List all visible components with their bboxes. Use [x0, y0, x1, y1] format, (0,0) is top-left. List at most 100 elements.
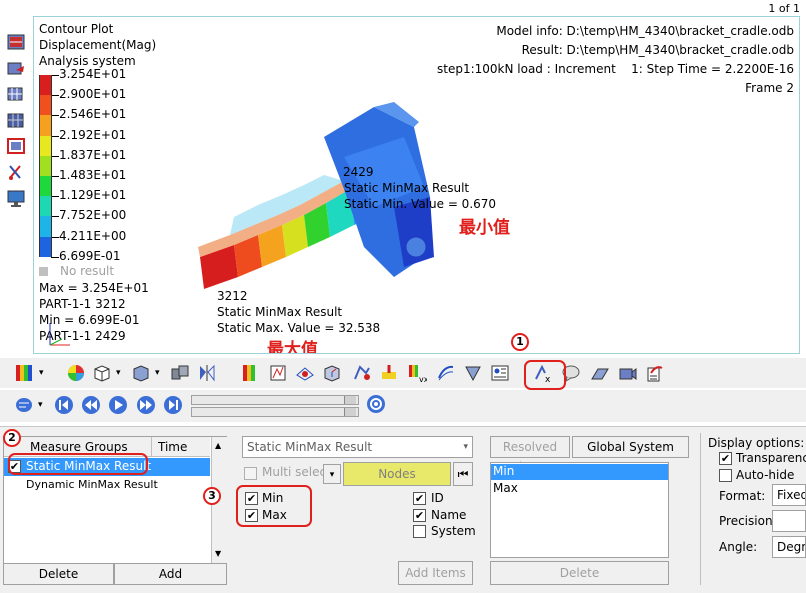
name-checkbox[interactable]: ✔	[413, 509, 426, 522]
scroll-down-icon[interactable]: ▼	[215, 549, 221, 558]
contour-icon[interactable]	[14, 363, 34, 383]
legend-tick	[51, 155, 59, 157]
surface-icon[interactable]	[590, 363, 610, 383]
id-checkbox[interactable]: ✔	[413, 492, 426, 505]
solid-dropdown-arrow-icon[interactable]: ▾	[155, 368, 160, 378]
auto-hide-checkbox[interactable]	[719, 469, 732, 482]
system-checkbox[interactable]	[413, 525, 426, 538]
axis-triad-icon	[49, 323, 70, 346]
fast-forward-icon[interactable]	[136, 395, 156, 415]
step-time: 1: Step Time = 2.2200E-16	[631, 62, 794, 76]
contour-window-icon[interactable]	[6, 32, 26, 52]
dynamic-group-label: Dynamic MinMax Result	[26, 478, 158, 491]
cut-tool-icon[interactable]	[6, 162, 26, 182]
legend-value: 4.211E+00	[59, 228, 127, 243]
marker-icon[interactable]	[379, 363, 399, 383]
first-frame-icon[interactable]	[54, 395, 74, 415]
legend-tick	[51, 256, 59, 258]
system-label: System	[431, 524, 476, 538]
model-info: Model info: D:\temp\HM_4340\bracket_crad…	[496, 24, 794, 38]
deformed-icon[interactable]	[295, 363, 315, 383]
animation-mode-icon[interactable]	[14, 395, 34, 415]
iso-value-icon[interactable]	[268, 363, 288, 383]
settings-gear-icon[interactable]	[366, 394, 386, 414]
query-contour-icon[interactable]: vx	[407, 363, 427, 383]
mesh-grid-icon[interactable]	[6, 84, 26, 104]
mesh-dropdown-arrow-icon[interactable]: ▾	[116, 368, 121, 378]
delete-group-button[interactable]: Delete	[3, 563, 114, 585]
frame-slider[interactable]	[191, 395, 359, 405]
report-icon[interactable]	[645, 363, 665, 383]
play-icon[interactable]	[108, 395, 128, 415]
measure-groups-header[interactable]: Measure Groups	[30, 440, 128, 454]
list-item[interactable]: Max	[491, 481, 668, 497]
color-wheel-icon[interactable]	[66, 363, 86, 383]
angle-dropdown[interactable]: Degre	[772, 536, 806, 558]
mesh-cube-icon[interactable]	[92, 363, 112, 383]
reverse-selection-button[interactable]: ⏮	[453, 462, 473, 486]
section-cut-icon[interactable]	[463, 363, 483, 383]
list-item[interactable]: Dynamic MinMax Result	[4, 477, 210, 495]
add-items-button[interactable]: Add Items	[398, 561, 473, 585]
resolved-in-button[interactable]: Resolved in...	[490, 436, 570, 474]
last-frame-icon[interactable]	[163, 395, 183, 415]
animation-dropdown-arrow-icon[interactable]: ▾	[38, 400, 43, 410]
dropdown-arrow-icon[interactable]: ▾	[463, 437, 468, 457]
tensor-cube-icon[interactable]	[322, 363, 342, 383]
legend-value: 1.483E+01	[59, 168, 127, 182]
id-label: ID	[431, 491, 444, 505]
legend-value: 2.900E+01	[59, 87, 127, 102]
delete-item-button[interactable]: Delete	[490, 561, 669, 585]
add-group-button[interactable]: Add	[114, 563, 227, 585]
legend-swatch	[39, 155, 52, 176]
rewind-icon[interactable]	[81, 395, 101, 415]
camera-icon[interactable]	[617, 363, 637, 383]
no-result-swatch	[39, 267, 48, 276]
result-type-value: Static MinMax Result	[247, 440, 373, 454]
multi-select-label: Multi select	[262, 465, 331, 479]
time-header[interactable]: Time	[158, 440, 187, 454]
legend-value: 2.192E+01	[59, 127, 127, 142]
vector-plot-icon[interactable]	[352, 363, 372, 383]
speed-slider-thumb[interactable]	[344, 408, 356, 416]
transparency-checkbox[interactable]: ✔	[719, 452, 732, 465]
graphics-viewport[interactable]: Contour Plot Displacement(Mag) Analysis …	[33, 16, 800, 354]
stream-icon[interactable]	[436, 363, 456, 383]
frame-slider-thumb[interactable]	[344, 396, 356, 404]
mirror-icon[interactable]	[197, 363, 217, 383]
nodes-selector-button[interactable]: Nodes	[343, 462, 451, 486]
min-result-label: Static MinMax Result	[344, 181, 470, 195]
multi-select-checkbox[interactable]	[244, 467, 257, 480]
legend-tick	[51, 216, 59, 218]
name-label: Name	[431, 508, 467, 522]
divider	[700, 433, 701, 585]
contour-bar-icon[interactable]	[240, 363, 260, 383]
entity-dropdown-arrow-icon[interactable]: ▾	[323, 464, 341, 484]
result-type-dropdown[interactable]: Static MinMax Result ▾	[242, 436, 473, 458]
left-toolbar	[0, 16, 33, 346]
legend-value: 3.254E+01	[59, 67, 127, 81]
angle-label: Angle:	[719, 540, 758, 554]
minmax-list[interactable]: Min Max	[490, 462, 669, 558]
min-annotation: 最小值	[459, 218, 510, 238]
max-node-id: 3212	[217, 289, 248, 303]
scroll-up-icon[interactable]: ▲	[215, 441, 221, 450]
monitor-icon[interactable]	[6, 188, 26, 208]
frame-view-icon[interactable]	[6, 136, 26, 156]
legend-swatch	[39, 135, 52, 156]
info-table-icon[interactable]	[490, 363, 510, 383]
global-system-button[interactable]: Global System	[572, 436, 689, 458]
max-annotation: 最大值	[267, 340, 318, 354]
deformed-shape-icon[interactable]	[6, 58, 26, 78]
format-dropdown[interactable]: Fixed	[772, 484, 806, 506]
speed-slider[interactable]	[191, 407, 359, 417]
legend-tick	[51, 135, 59, 137]
legend-tick	[51, 176, 59, 177]
contour-dropdown-arrow-icon[interactable]: ▾	[39, 368, 44, 378]
parts-icon[interactable]	[170, 363, 190, 383]
solid-cube-icon[interactable]	[131, 363, 151, 383]
precision-input[interactable]	[772, 510, 806, 532]
legend-swatch	[39, 176, 52, 197]
list-item-selected[interactable]: Min	[491, 464, 668, 480]
mesh-solid-icon[interactable]	[6, 110, 26, 130]
